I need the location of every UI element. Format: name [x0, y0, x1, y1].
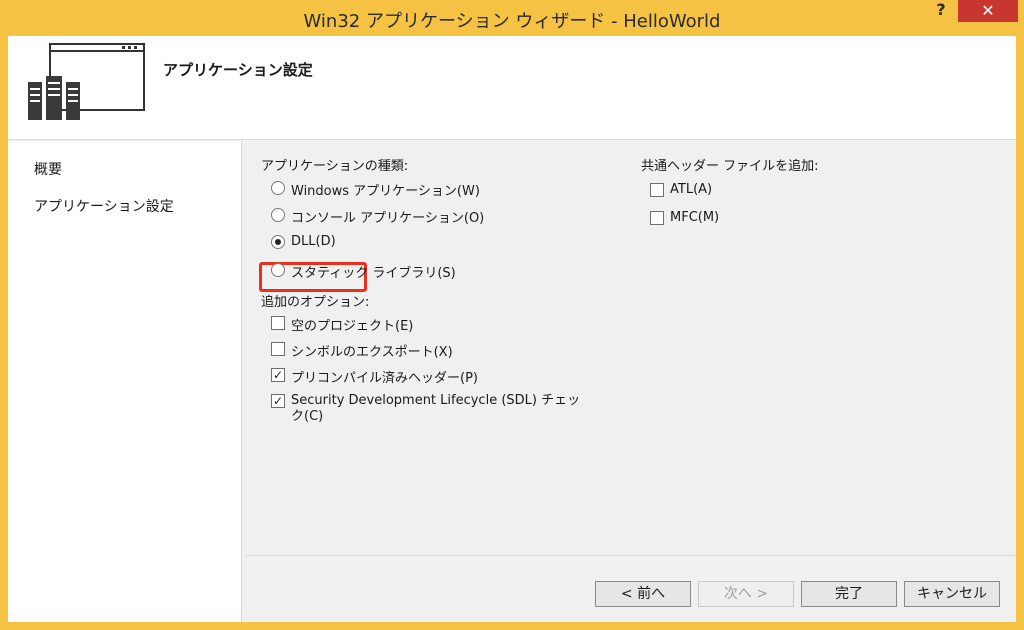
- wizard-header: アプリケーション設定: [8, 36, 1016, 140]
- checkbox-label: プリコンパイル済みヘッダー(P): [291, 371, 478, 386]
- page-title: アプリケーション設定: [163, 61, 313, 79]
- checkbox-atl[interactable]: ATL(A): [650, 182, 712, 197]
- wizard-client-area: アプリケーション設定 概要 アプリケーション設定 アプリケーションの種類: Wi…: [8, 36, 1016, 622]
- checkbox-empty-project[interactable]: 空のプロジェクト(E): [271, 315, 413, 334]
- title-bar: Win32 アプリケーション ウィザード - HelloWorld ? ✕: [0, 0, 1024, 36]
- window-title: Win32 アプリケーション ウィザード - HelloWorld: [303, 11, 721, 32]
- checkbox-precompiled-header[interactable]: ✓ プリコンパイル済みヘッダー(P): [271, 367, 478, 386]
- finish-button[interactable]: 完了: [801, 581, 897, 607]
- checkbox-label: シンボルのエクスポート(X): [291, 345, 453, 360]
- close-button[interactable]: ✕: [958, 0, 1018, 22]
- checkbox-label: MFC(M): [670, 210, 720, 225]
- radio-indicator[interactable]: [271, 263, 285, 277]
- nav-item-app-settings[interactable]: アプリケーション設定: [34, 196, 174, 216]
- radio-label: コンソール アプリケーション(O): [291, 211, 485, 226]
- nav-item-overview[interactable]: 概要: [34, 159, 62, 179]
- settings-panel: アプリケーションの種類: Windows アプリケーション(W) コンソール ア…: [245, 141, 1016, 555]
- wizard-nav: 概要 アプリケーション設定: [8, 141, 242, 622]
- checkbox-export-symbols[interactable]: シンボルのエクスポート(X): [271, 341, 453, 360]
- common-headers-heading: 共通ヘッダー ファイルを追加:: [641, 159, 819, 174]
- checkbox-box[interactable]: [650, 183, 664, 197]
- checkbox-sdl-checks[interactable]: ✓ Security Development Lifecycle (SDL) チ…: [271, 393, 591, 425]
- additional-options-heading: 追加のオプション:: [261, 295, 370, 310]
- next-button[interactable]: 次へ >: [698, 581, 794, 607]
- help-button[interactable]: ?: [926, 0, 956, 22]
- checkbox-box[interactable]: ✓: [271, 368, 285, 382]
- checkbox-box[interactable]: [650, 211, 664, 225]
- radio-dll[interactable]: DLL(D): [271, 234, 336, 249]
- radio-windows-app[interactable]: Windows アプリケーション(W): [271, 180, 480, 199]
- checkbox-box[interactable]: [271, 316, 285, 330]
- radio-static-lib[interactable]: スタティック ライブラリ(S): [271, 262, 456, 281]
- checkbox-label: Security Development Lifecycle (SDL) チェッ…: [291, 393, 581, 424]
- checkbox-mfc[interactable]: MFC(M): [650, 210, 719, 225]
- radio-console-app[interactable]: コンソール アプリケーション(O): [271, 207, 484, 226]
- checkbox-label: 空のプロジェクト(E): [291, 319, 414, 334]
- radio-indicator[interactable]: [271, 181, 285, 195]
- cancel-button[interactable]: キャンセル: [904, 581, 1000, 607]
- checkbox-box[interactable]: [271, 342, 285, 356]
- radio-label: Windows アプリケーション(W): [291, 184, 480, 199]
- button-bar: < 前へ 次へ > 完了 キャンセル: [245, 555, 1016, 622]
- checkbox-box[interactable]: ✓: [271, 394, 285, 408]
- radio-indicator[interactable]: [271, 235, 285, 249]
- application-servers-icon: [28, 43, 145, 120]
- app-type-heading: アプリケーションの種類:: [261, 159, 409, 174]
- radio-label: DLL(D): [291, 234, 336, 249]
- prev-button[interactable]: < 前へ: [595, 581, 691, 607]
- checkbox-label: ATL(A): [670, 182, 713, 197]
- radio-label: スタティック ライブラリ(S): [291, 266, 456, 281]
- radio-indicator[interactable]: [271, 208, 285, 222]
